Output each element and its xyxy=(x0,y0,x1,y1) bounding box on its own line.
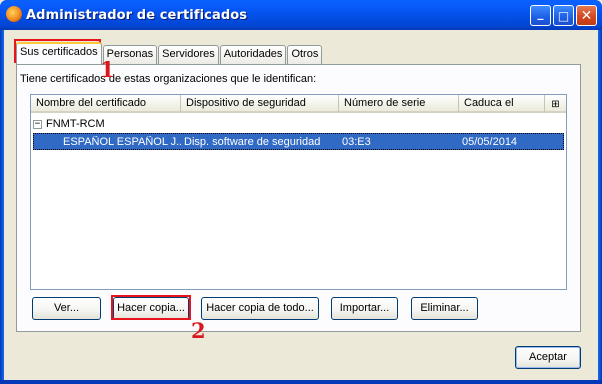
minimize-button[interactable]: _ xyxy=(530,5,551,26)
maximize-button[interactable]: □ xyxy=(553,5,574,26)
view-button[interactable]: Ver... xyxy=(32,297,101,320)
column-header-serial[interactable]: Número de serie xyxy=(339,95,459,113)
annotation-marker-2: 2 xyxy=(191,318,206,343)
cell-serial: 03:E3 xyxy=(342,135,371,148)
window-border-right xyxy=(598,30,602,384)
dialog-window: Administrador de certificados _ □ ✕ Sus … xyxy=(0,0,602,384)
tab-sus-certificados[interactable]: Sus certificados xyxy=(16,42,102,64)
maximize-icon: □ xyxy=(557,8,570,23)
certificate-tree[interactable]: Nombre del certificado Dispositivo de se… xyxy=(30,94,567,290)
cell-expires: 05/05/2014 xyxy=(462,135,518,148)
column-header-name[interactable]: Nombre del certificado xyxy=(31,95,181,113)
cell-device: Disp. software de seguridad xyxy=(184,135,321,148)
import-button[interactable]: Importar... xyxy=(331,297,398,320)
backup-all-button[interactable]: Hacer copia de todo... xyxy=(201,297,319,320)
window-border-bottom xyxy=(0,380,602,384)
tab-strip: Sus certificados Personas Servidores Aut… xyxy=(16,42,323,64)
accept-button[interactable]: Aceptar xyxy=(515,346,581,369)
group-name: FNMT-RCM xyxy=(46,118,105,130)
dialog-body: Sus certificados Personas Servidores Aut… xyxy=(4,30,598,380)
firefox-icon xyxy=(6,6,22,22)
table-header: Nombre del certificado Dispositivo de se… xyxy=(31,95,566,113)
delete-button[interactable]: Eliminar... xyxy=(411,297,478,320)
annotation-box-backup xyxy=(111,295,191,320)
tree-group-row[interactable]: − FNMT-RCM xyxy=(33,116,105,132)
column-picker-icon[interactable]: ⊞ xyxy=(545,95,566,113)
close-button[interactable]: ✕ xyxy=(576,5,597,26)
column-header-expires[interactable]: Caduca el xyxy=(459,95,545,113)
intro-text: Tiene certificados de estas organizacion… xyxy=(20,73,317,85)
annotation-marker-1: 1 xyxy=(100,57,115,82)
tab-otros[interactable]: Otros xyxy=(287,45,323,64)
window-title: Administrador de certificados xyxy=(26,8,248,23)
close-icon: ✕ xyxy=(580,7,593,24)
table-row[interactable]: ESPAÑOL ESPAÑOL J... Disp. software de s… xyxy=(33,133,564,150)
collapse-icon[interactable]: − xyxy=(33,119,42,129)
title-bar[interactable]: Administrador de certificados _ □ ✕ xyxy=(0,0,602,30)
tab-autoridades[interactable]: Autoridades xyxy=(219,45,287,64)
tab-servidores[interactable]: Servidores xyxy=(158,45,219,64)
cell-cert-name: ESPAÑOL ESPAÑOL J... xyxy=(63,135,181,148)
column-header-device[interactable]: Dispositivo de seguridad xyxy=(181,95,339,113)
minimize-icon: _ xyxy=(537,6,544,20)
